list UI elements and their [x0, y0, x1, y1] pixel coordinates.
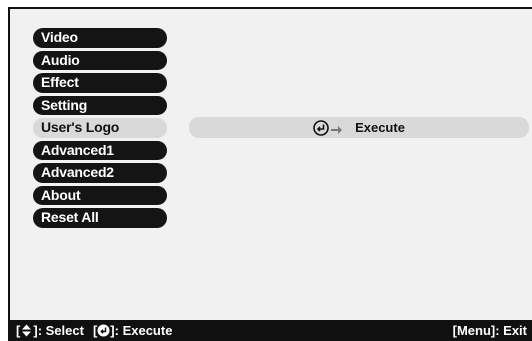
- menu-exit-hint: [Menu]: Exit: [452, 323, 527, 338]
- execute-label: Execute: [355, 120, 405, 135]
- menu-item-reset-all[interactable]: Reset All: [33, 208, 167, 228]
- enter-icon: [313, 119, 329, 136]
- status-bar: []: Select []: Execute [Menu]: Exit: [8, 320, 532, 341]
- enter-icon: [97, 324, 110, 337]
- menu-item-video[interactable]: Video: [33, 28, 167, 48]
- execute-hint-key: []: [92, 323, 115, 338]
- menu-item-advanced1[interactable]: Advanced1: [33, 140, 167, 160]
- menu-item-effect[interactable]: Effect: [33, 73, 167, 93]
- menu-item-setting[interactable]: Setting: [33, 95, 167, 115]
- up-down-icon: [20, 324, 33, 337]
- arrow-right-icon: [331, 123, 343, 134]
- select-hint: : Select: [37, 323, 84, 338]
- main-menu-list: Video Audio Effect Setting User's Logo A…: [33, 28, 167, 231]
- menu-item-audio[interactable]: Audio: [33, 50, 167, 70]
- select-hint-key: []: [16, 323, 38, 338]
- status-hints: []: Select []: Execute: [16, 323, 172, 338]
- execute-hint: : Execute: [114, 323, 173, 338]
- menu-item-users-logo[interactable]: User's Logo: [33, 118, 167, 138]
- menu-item-about[interactable]: About: [33, 185, 167, 205]
- execute-option[interactable]: Execute: [189, 117, 529, 138]
- menu-item-advanced2[interactable]: Advanced2: [33, 163, 167, 183]
